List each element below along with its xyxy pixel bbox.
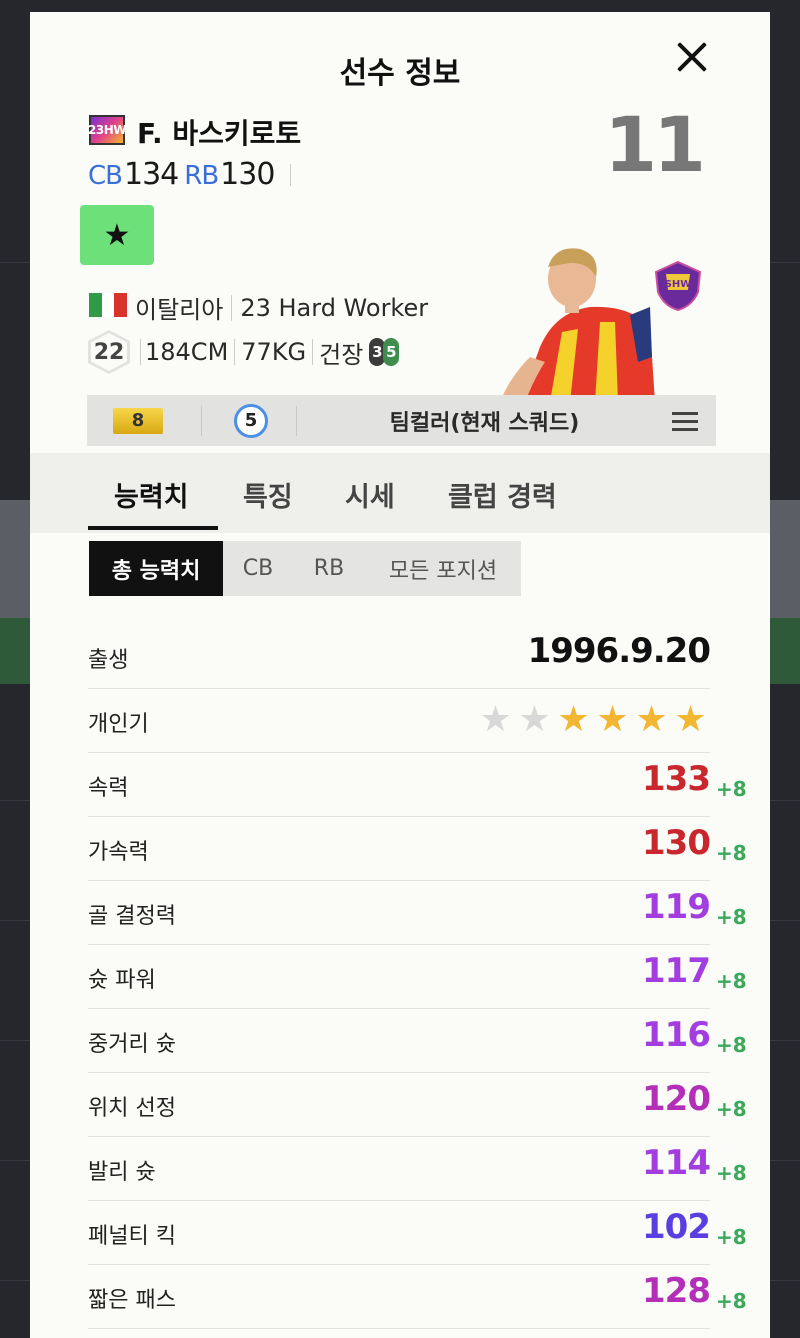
popularity-stars: ★ ★ ★ ★ ★ ★ [476, 699, 710, 741]
player-attributes: 22 184CM 77KG 건장 3 5 [88, 330, 400, 374]
popularity-label: 개인기 [88, 712, 149, 737]
stat-label: 골 결정력 [88, 904, 176, 929]
player-info-modal: 선수 정보 23HW F. 바스키로토 CB 134 RB 130 11 ★ 이… [30, 12, 770, 1338]
sub-tab-rb[interactable]: RB [293, 541, 365, 596]
stat-label: 속력 [88, 776, 129, 801]
sub-tab-all-positions[interactable]: 모든 포지션 [365, 541, 521, 596]
stat-row: 발리 슛 114 +8 [88, 1137, 747, 1201]
menu-icon[interactable] [672, 411, 698, 431]
tab-price[interactable]: 시세 [345, 475, 395, 514]
club-logo: SHW [654, 260, 702, 312]
divider [201, 405, 202, 436]
team-color-label[interactable]: 팀컬러(현재 스쿼드) [297, 405, 672, 437]
star-icon: ★ [518, 699, 551, 740]
stat-label: 중거리 슛 [88, 1032, 176, 1057]
stat-bonus: +8 [716, 905, 747, 929]
stat-row: 중거리 슛 116 +8 [88, 1009, 747, 1073]
age-badge: 22 [88, 330, 130, 374]
star-icon: ★ [479, 699, 512, 740]
enhance-grade-badge: 8 [113, 407, 163, 434]
season-badge: 23HW [88, 115, 127, 145]
divider [312, 339, 314, 365]
stat-row: 슛 파워 117 +8 [88, 945, 747, 1009]
stat-label: 발리 슛 [88, 1160, 156, 1185]
player-photo [500, 248, 655, 402]
stat-bonus: +8 [716, 969, 747, 993]
stat-row: 페널티 킥 102 +8 [88, 1201, 747, 1265]
stat-value: 119 [642, 887, 711, 927]
stat-label: 슛 파워 [88, 968, 156, 993]
birth-row: 출생 1996.9.20 [88, 625, 711, 689]
stat-label: 가속력 [88, 840, 149, 865]
birth-label: 출생 [88, 648, 129, 673]
divider [290, 163, 292, 186]
star-icon: ★ [635, 699, 668, 740]
active-tab-indicator [88, 526, 218, 530]
height-value: 184CM [145, 338, 229, 366]
stat-value: 128 [642, 1271, 711, 1311]
season-name: 23 Hard Worker [240, 293, 429, 322]
position-rating: 134 [124, 157, 179, 192]
stat-value: 114 [642, 1143, 711, 1183]
stat-label: 위치 선정 [88, 1096, 176, 1121]
stat-row: 짧은 패스 128 +8 [88, 1265, 747, 1329]
star-icon: ★ [557, 699, 590, 740]
sub-tab-cb[interactable]: CB [223, 541, 293, 596]
info-bar: 8 5 팀컬러(현재 스쿼드) [87, 395, 716, 446]
stat-bonus: +8 [716, 1033, 747, 1057]
stat-bonus: +8 [716, 841, 747, 865]
stat-value: 116 [642, 1015, 711, 1055]
weight-value: 77KG [241, 338, 307, 366]
stat-label: 짧은 패스 [88, 1288, 176, 1313]
stat-label: 페널티 킥 [88, 1224, 176, 1249]
stat-row: 골 결정력 119 +8 [88, 881, 747, 945]
modal-title: 선수 정보 [339, 56, 461, 91]
stat-bonus: +8 [716, 1289, 747, 1313]
position-label: CB [88, 161, 123, 191]
position-label: RB [184, 161, 219, 191]
stat-row: 위치 선정 120 +8 [88, 1073, 747, 1137]
tab-bar: 능력치 특징 시세 클럽 경력 [30, 453, 770, 533]
nation-line: 이탈리아 23 Hard Worker [135, 290, 428, 325]
stat-value: 130 [642, 823, 711, 863]
divider [140, 339, 141, 365]
stat-bonus: +8 [716, 1161, 747, 1185]
player-name: F. 바스키로토 [137, 117, 302, 150]
body-type: 건장 [319, 340, 364, 369]
tab-stats[interactable]: 능력치 [114, 475, 189, 514]
stat-bonus: +8 [716, 1097, 747, 1121]
stat-value: 133 [642, 759, 711, 799]
stat-row: 속력 133 +8 [88, 753, 747, 817]
tab-club-career[interactable]: 클럽 경력 [448, 475, 557, 514]
favorite-star-button[interactable]: ★ [80, 205, 154, 265]
stat-value: 120 [642, 1079, 711, 1119]
stat-value: 102 [642, 1207, 711, 1247]
position-ratings: CB 134 RB 130 [88, 157, 292, 192]
level-badge: 5 [234, 403, 268, 438]
star-icon: ★ [103, 217, 131, 253]
tab-traits[interactable]: 특징 [243, 475, 293, 514]
divider [231, 294, 233, 321]
divider [234, 339, 236, 365]
italy-flag-icon [89, 293, 128, 317]
club-logo-text: SHW [665, 279, 692, 290]
stat-row: 가속력 130 +8 [88, 817, 747, 881]
right-foot-value: 5 [383, 338, 400, 366]
stat-value: 117 [642, 951, 711, 991]
jersey-number: 11 [604, 100, 706, 189]
age-value: 22 [91, 333, 127, 371]
close-icon[interactable] [670, 36, 712, 78]
star-icon: ★ [674, 699, 707, 740]
nation-name: 이탈리아 [135, 296, 224, 324]
sub-tab-total[interactable]: 총 능력치 [89, 541, 223, 596]
stat-bonus: +8 [716, 777, 747, 801]
birth-value: 1996.9.20 [527, 631, 711, 671]
position-rating: 130 [220, 157, 275, 192]
star-icon: ★ [596, 699, 629, 740]
stat-bonus: +8 [716, 1225, 747, 1249]
popularity-row: 개인기 ★ ★ ★ ★ ★ ★ [88, 689, 710, 753]
sub-tab-bar: 총 능력치 CB RB 모든 포지션 [89, 541, 521, 596]
weak-foot-badge: 3 5 [369, 338, 400, 366]
